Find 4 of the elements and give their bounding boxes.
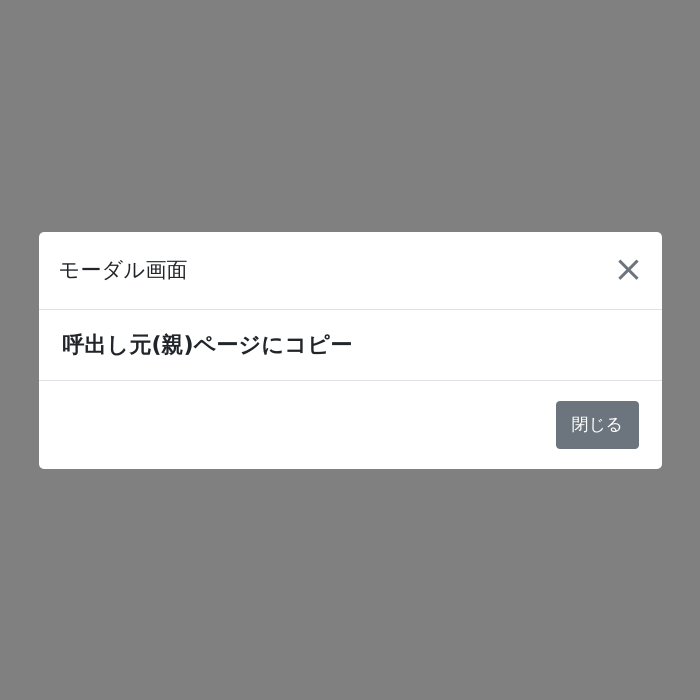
close-dialog-button[interactable]: 閉じる: [556, 400, 638, 448]
modal-title: モーダル画面: [58, 257, 188, 284]
close-button[interactable]: ×: [611, 252, 646, 288]
modal-body-text: 呼出し元(親)ページにコピー: [62, 332, 353, 360]
